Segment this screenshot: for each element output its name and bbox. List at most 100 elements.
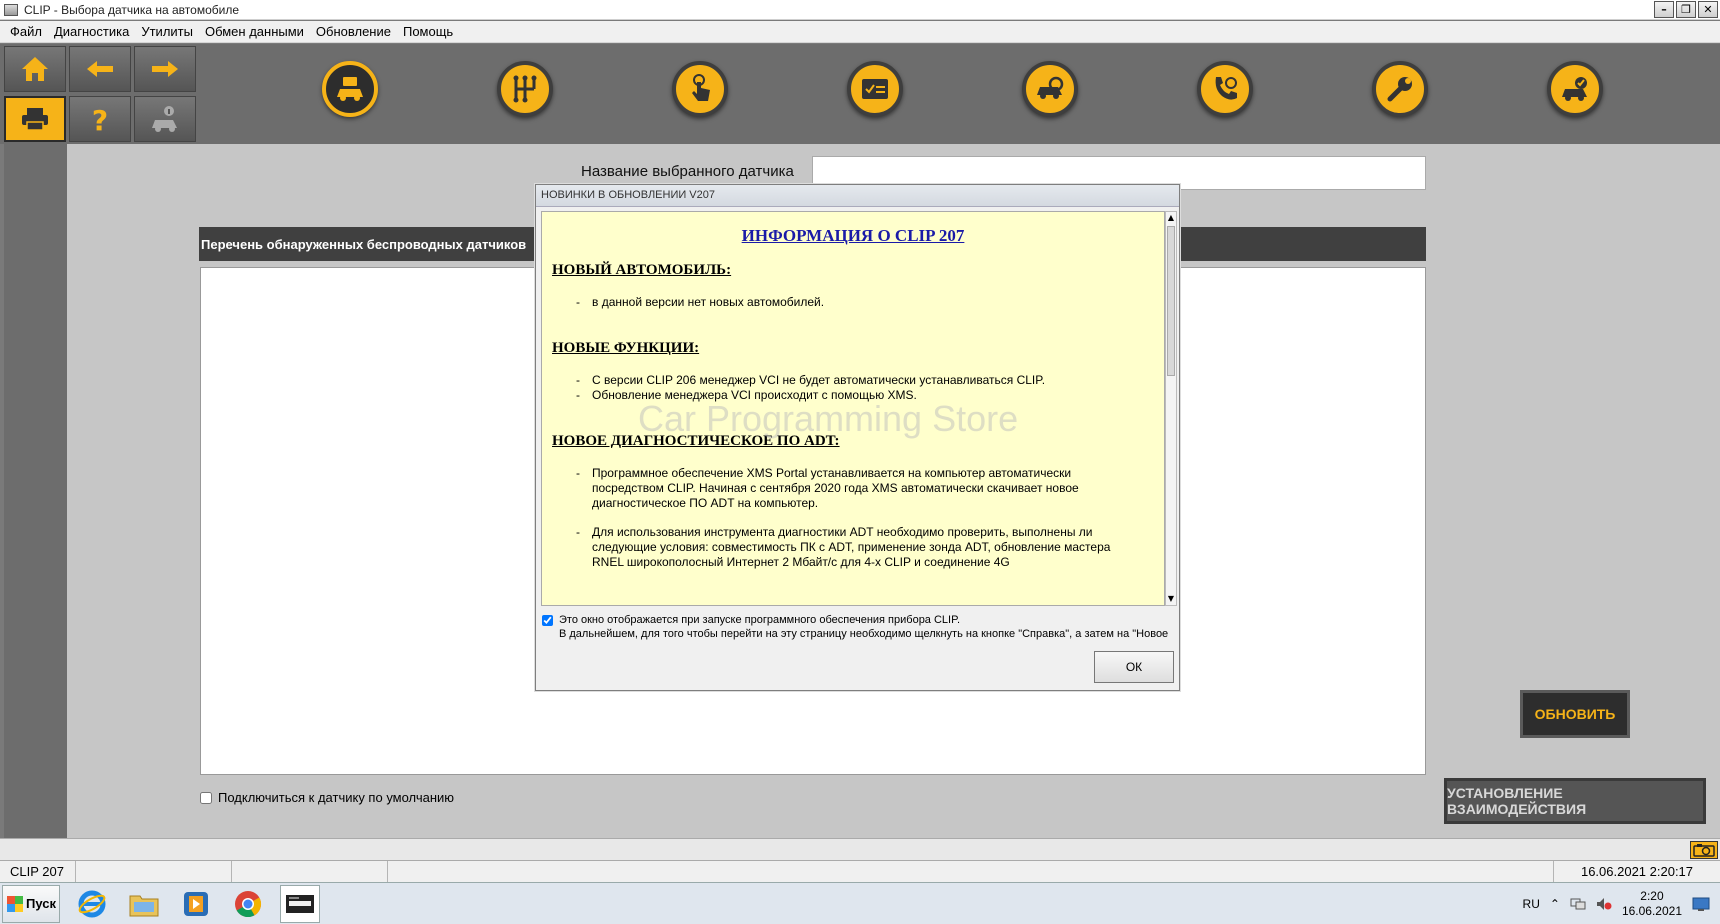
checklist-icon — [862, 79, 888, 99]
printer-icon — [22, 108, 48, 131]
help-icon: ? — [92, 104, 108, 134]
clock-date: 16.06.2021 — [1621, 904, 1682, 918]
taskbar-apps — [72, 884, 320, 923]
list-item: Для использования инструмента диагностик… — [576, 525, 1124, 570]
start-label: Пуск — [26, 896, 56, 911]
menu-help[interactable]: Помощь — [397, 24, 459, 39]
chrome-button[interactable] — [228, 885, 268, 923]
home-button[interactable] — [4, 46, 66, 92]
vehicle-scan-button[interactable] — [1022, 61, 1078, 117]
nav-buttons: ? — [4, 46, 200, 142]
default-sensor-checkbox[interactable]: Подключиться к датчику по умолчанию — [200, 790, 454, 805]
start-button[interactable]: Пуск — [2, 884, 60, 923]
restore-icon[interactable]: ❐ — [1676, 1, 1696, 18]
window-controls: – ❐ ✕ — [1654, 1, 1718, 18]
touch-button[interactable] — [672, 61, 728, 117]
print-button[interactable] — [4, 96, 66, 142]
dialog-title: НОВИНКИ В ОБНОВЛЕНИИ V207 — [536, 185, 1179, 207]
wrench-icon — [1387, 77, 1412, 102]
show-hidden-icons-icon[interactable]: ⌃ — [1550, 897, 1560, 911]
show-on-startup-checkbox[interactable]: Это окно отображается при запуске програ… — [542, 613, 1168, 641]
close-icon[interactable]: ✕ — [1698, 1, 1718, 18]
vehicle-info-button[interactable] — [134, 96, 196, 142]
connect-button[interactable]: УСТАНОВЛЕНИЕ ВЗАИМОДЕЙСТВИЯ — [1444, 778, 1706, 824]
arrow-left-icon — [87, 61, 113, 77]
scroll-up-icon[interactable]: ▲ — [1166, 212, 1176, 224]
show-on-startup-text: Это окно отображается при запуске програ… — [559, 613, 1168, 641]
phone-support-button[interactable] — [1197, 61, 1253, 117]
menu-file[interactable]: Файл — [4, 24, 48, 39]
vehicle-scan-icon — [1037, 76, 1064, 99]
menu-bar: Файл Диагностика Утилиты Обмен данными О… — [0, 21, 1720, 43]
chrome-icon — [235, 890, 262, 917]
vehicle-identification-button[interactable] — [322, 61, 378, 117]
watermark: Car Programming Store — [638, 398, 1019, 439]
arrow-right-icon — [152, 61, 178, 77]
show-on-startup-line-2: В дальнейшем, для того чтобы перейти на … — [559, 628, 1169, 640]
release-notes-dialog: НОВИНКИ В ОБНОВЛЕНИИ V207 ИНФОРМАЦИЯ О C… — [535, 184, 1180, 691]
menu-update[interactable]: Обновление — [310, 24, 397, 39]
clock[interactable]: 2:20 16.06.2021 — [1622, 889, 1682, 919]
volume-muted-icon[interactable] — [1596, 897, 1612, 911]
internet-explorer-button[interactable] — [72, 885, 112, 923]
refresh-button[interactable]: ОБНОВИТЬ — [1520, 690, 1630, 738]
scroll-thumb[interactable] — [1167, 226, 1175, 376]
back-button[interactable] — [69, 46, 131, 92]
status-cell-empty-1 — [76, 861, 232, 883]
show-desktop-icon[interactable] — [1692, 896, 1710, 912]
vehicle-info-icon — [152, 106, 177, 132]
phone-support-icon — [1215, 77, 1237, 100]
gearbox-button[interactable] — [497, 61, 553, 117]
window-title: CLIP - Выбора датчика на автомобиле — [24, 2, 239, 17]
dialog-scrollbar[interactable]: ▲ ▼ — [1165, 211, 1177, 606]
section-list-new-vehicle: в данной версии нет новых автомобилей. — [576, 295, 1164, 310]
network-icon[interactable] — [1570, 897, 1586, 911]
camera-icon — [1693, 844, 1715, 857]
app-icon — [4, 3, 18, 16]
vehicle-identification-icon — [337, 77, 363, 101]
home-icon — [22, 57, 48, 81]
menu-utilities[interactable]: Утилиты — [135, 24, 199, 39]
list-item: С версии CLIP 206 менеджер VCI не будет … — [576, 373, 1164, 388]
menu-data-exchange[interactable]: Обмен данными — [199, 24, 310, 39]
status-bar: CLIP 207 16.06.2021 2:20:17 — [0, 860, 1720, 883]
system-tray: RU ⌃ 2:20 16.06.2021 — [1523, 883, 1720, 924]
language-indicator[interactable]: RU — [1523, 897, 1540, 911]
status-cell-empty-3 — [388, 861, 1554, 883]
help-button[interactable]: ? — [69, 96, 131, 142]
internet-explorer-icon — [78, 890, 106, 917]
media-player-button[interactable] — [176, 885, 216, 923]
show-on-startup-checkbox-input[interactable] — [542, 615, 553, 626]
menu-diagnostics[interactable]: Диагностика — [48, 24, 135, 39]
file-explorer-button[interactable] — [124, 885, 164, 923]
forward-button[interactable] — [134, 46, 196, 92]
status-toolbar — [0, 838, 1720, 860]
title-bar: CLIP - Выбора датчика на автомобиле – ❐ … — [0, 0, 1720, 20]
side-strip — [4, 144, 67, 840]
clip-app-icon — [286, 894, 314, 913]
status-version: CLIP 207 — [0, 861, 76, 883]
default-sensor-checkbox-input[interactable] — [200, 791, 212, 804]
vehicle-check-button[interactable] — [1547, 61, 1603, 117]
minimize-icon[interactable]: – — [1654, 1, 1674, 18]
screenshot-button[interactable] — [1690, 841, 1718, 859]
clock-time: 2:20 — [1640, 889, 1664, 903]
ok-button[interactable]: ОК — [1094, 651, 1174, 683]
folder-icon — [129, 895, 159, 916]
section-title-new-vehicle: НОВЫЙ АВТОМОБИЛЬ: — [552, 262, 732, 278]
scroll-down-icon[interactable]: ▼ — [1166, 593, 1176, 605]
svg-text:?: ? — [92, 104, 108, 134]
list-item: в данной версии нет новых автомобилей. — [576, 295, 1164, 310]
status-datetime: 16.06.2021 2:20:17 — [1580, 864, 1694, 879]
checklist-button[interactable] — [847, 61, 903, 117]
windows-logo-icon — [7, 895, 23, 912]
section-list-adt: Программное обеспечение XMS Portal устан… — [576, 466, 1124, 570]
wrench-button[interactable] — [1372, 61, 1428, 117]
release-notes-content[interactable]: ИНФОРМАЦИЯ О CLIP 207 НОВЫЙ АВТОМОБИЛЬ: … — [541, 211, 1165, 606]
vehicle-check-icon — [1562, 77, 1587, 101]
status-cell-empty-2 — [232, 861, 388, 883]
media-player-icon — [184, 891, 208, 916]
info-heading: ИНФОРМАЦИЯ О CLIP 207 — [741, 226, 965, 245]
list-item: Программное обеспечение XMS Portal устан… — [576, 466, 1124, 511]
clip-app-button[interactable] — [280, 884, 320, 923]
